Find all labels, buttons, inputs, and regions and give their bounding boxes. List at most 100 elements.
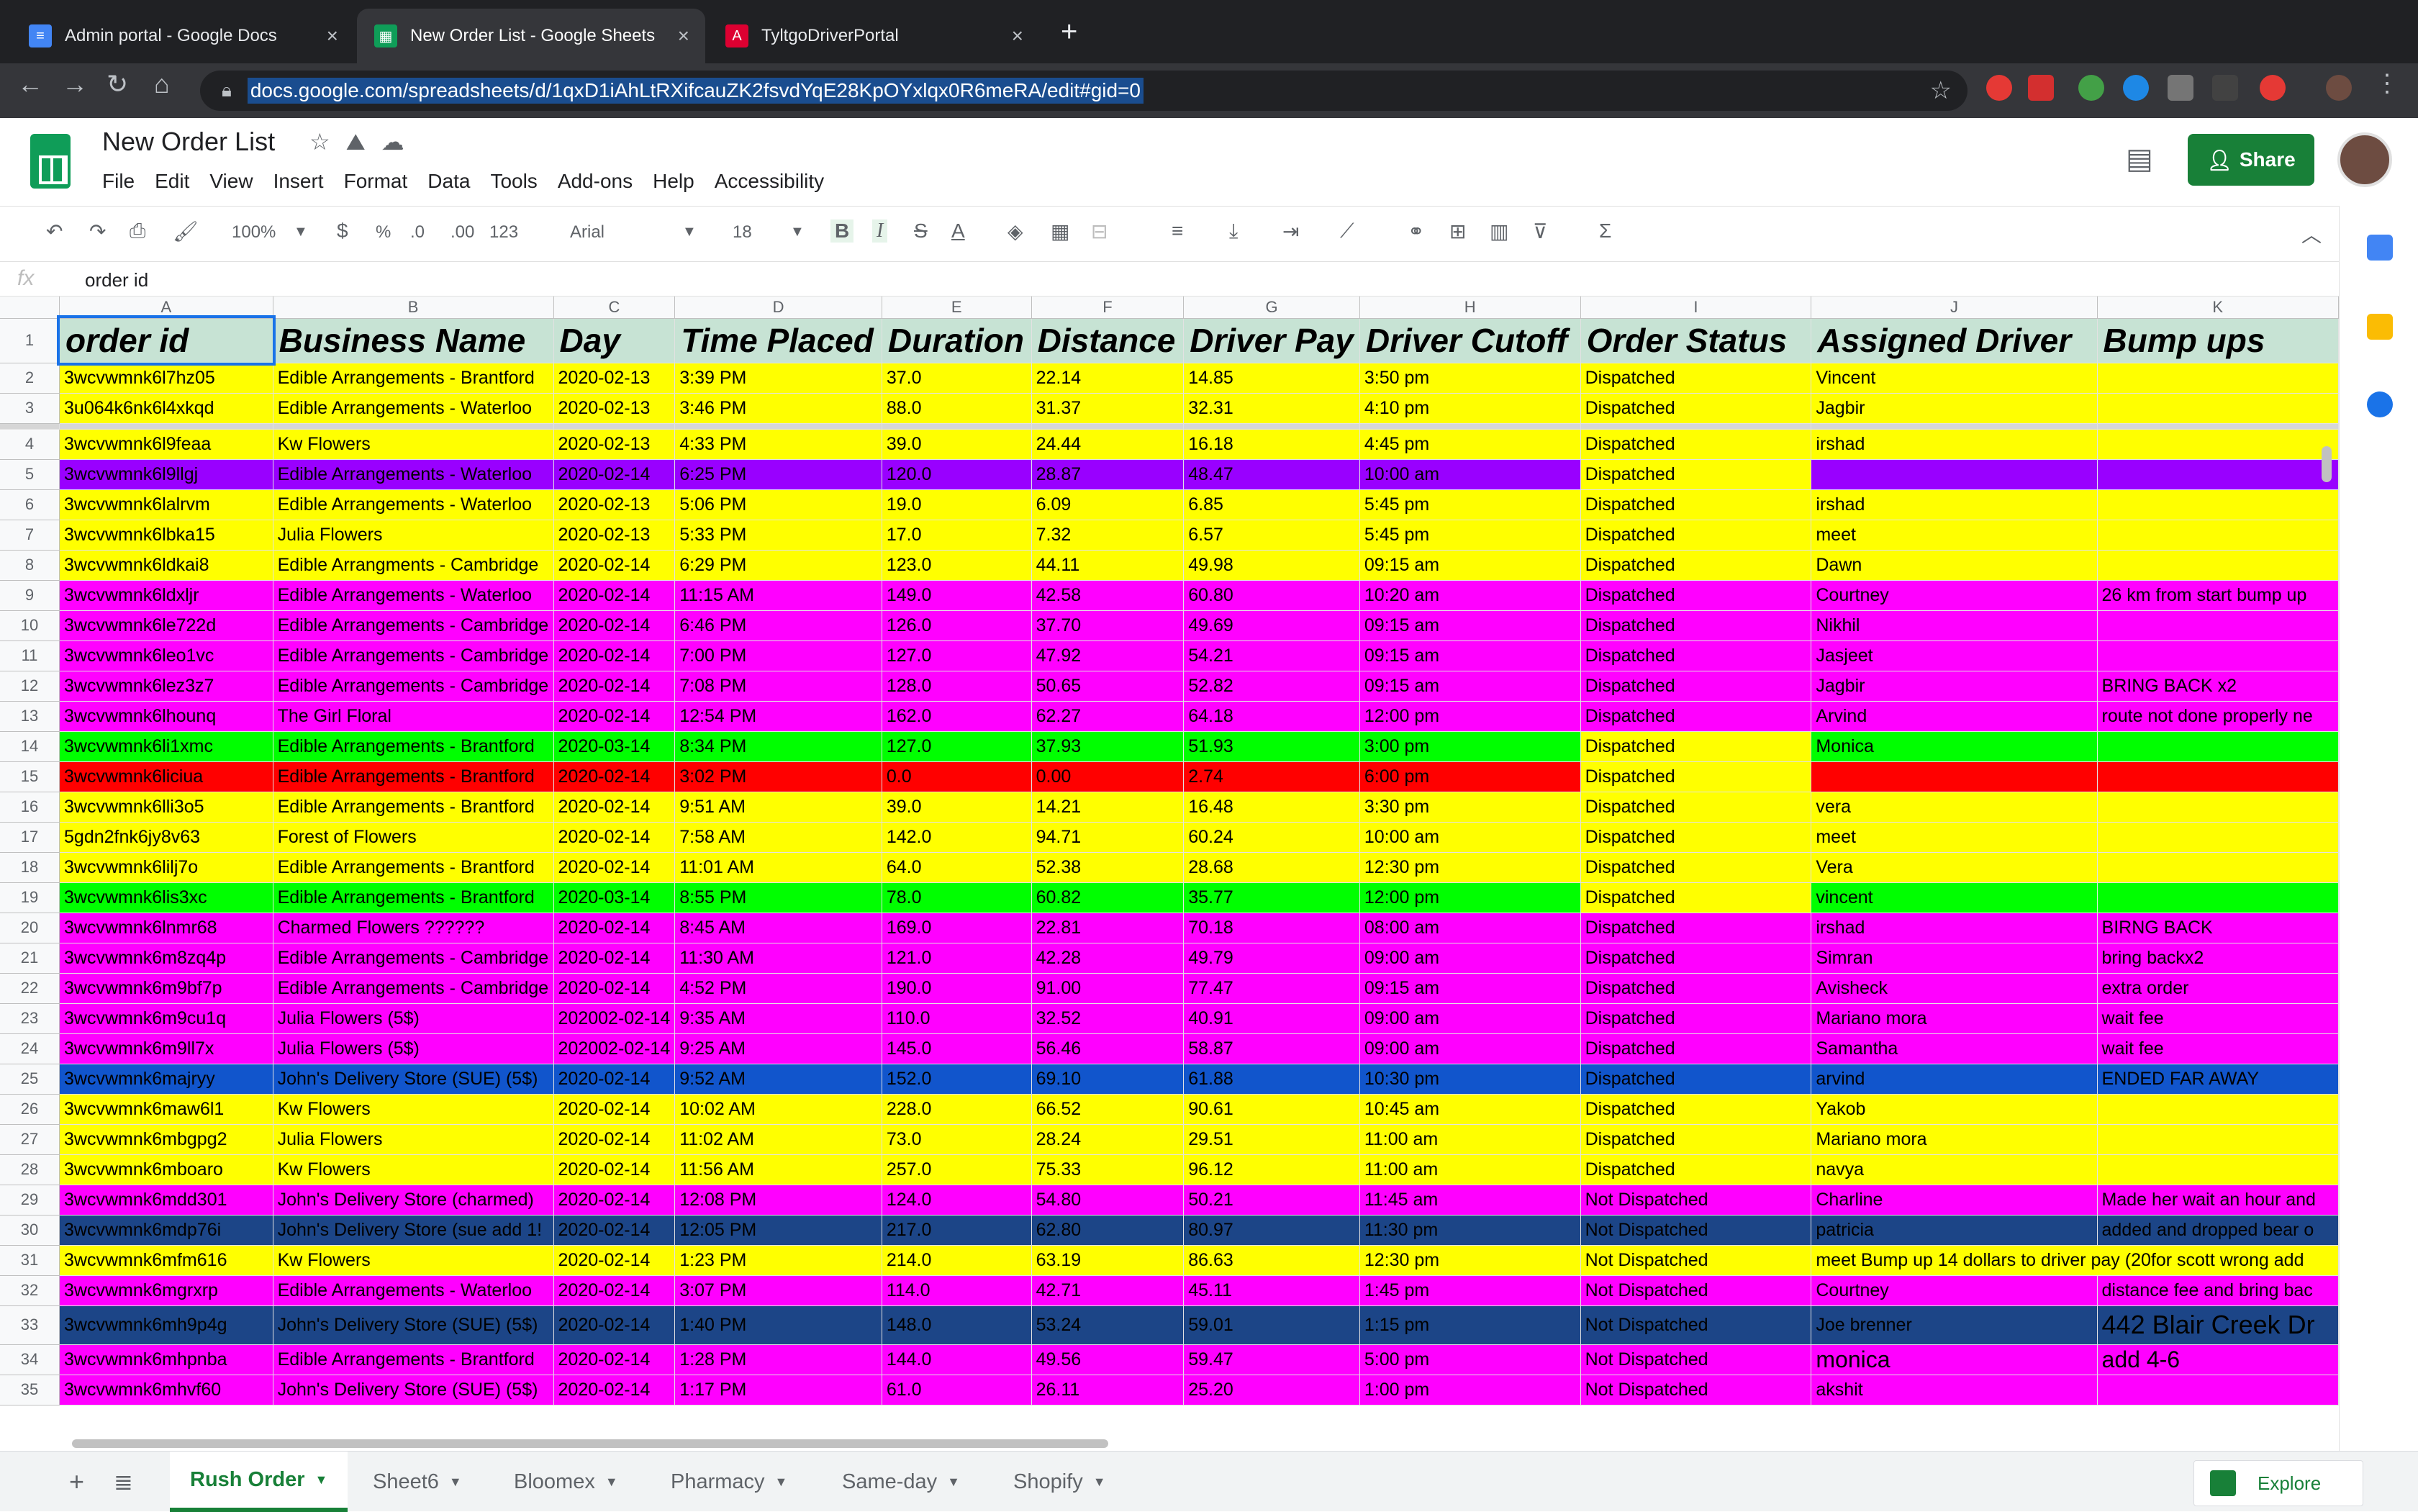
- row-number[interactable]: 26: [0, 1094, 60, 1125]
- cell[interactable]: Arvind: [1811, 701, 2098, 732]
- browser-tab-portal[interactable]: A TyltgoDriverPortal ×: [708, 9, 1039, 63]
- cell[interactable]: Not Dispatched: [1580, 1375, 1812, 1405]
- cell[interactable]: 442 Blair Creek Dr: [2097, 1305, 2339, 1345]
- column-header[interactable]: E: [882, 296, 1032, 319]
- cell[interactable]: 5gdn2fnk6jy8v63: [59, 822, 273, 853]
- cell[interactable]: Edible Arrangements - Waterloo: [273, 580, 554, 611]
- cell[interactable]: 2020-02-14: [553, 943, 676, 974]
- zoom-select[interactable]: 100%: [232, 222, 276, 243]
- url-text[interactable]: docs.google.com/spreadsheets/d/1qxD1iAhL…: [247, 78, 1144, 104]
- cell[interactable]: 09:15 am: [1359, 671, 1581, 702]
- cell[interactable]: 11:45 am: [1359, 1185, 1581, 1216]
- cell[interactable]: 58.87: [1183, 1033, 1360, 1064]
- cell[interactable]: Dispatched: [1580, 393, 1812, 424]
- cell[interactable]: Dispatched: [1580, 761, 1812, 792]
- calendar-icon[interactable]: [2367, 235, 2393, 261]
- chevron-down-icon[interactable]: ▼: [775, 1475, 788, 1490]
- cell[interactable]: Charline: [1811, 1185, 2098, 1216]
- extension-icon[interactable]: [2078, 75, 2104, 101]
- cell[interactable]: 11:00 am: [1359, 1124, 1581, 1155]
- cell[interactable]: 9:51 AM: [674, 792, 882, 823]
- cell[interactable]: 11:30 pm: [1359, 1215, 1581, 1246]
- header-cell[interactable]: Business Name: [273, 318, 554, 363]
- cell[interactable]: 3:46 PM: [674, 393, 882, 424]
- cell[interactable]: 49.56: [1031, 1344, 1185, 1375]
- cell[interactable]: 148.0: [882, 1305, 1032, 1345]
- cell[interactable]: [2097, 1094, 2339, 1125]
- row-number[interactable]: 23: [0, 1003, 60, 1034]
- row-number[interactable]: 34: [0, 1344, 60, 1375]
- cell[interactable]: 09:15 am: [1359, 550, 1581, 581]
- cell[interactable]: 54.80: [1031, 1185, 1185, 1216]
- cell[interactable]: Edible Arrangements - Brantford: [273, 761, 554, 792]
- cell[interactable]: Edible Arrangements - Cambridge: [273, 671, 554, 702]
- cell-table[interactable]: A B C D E F G H I J K 1 order id Business Name Day Time…: [0, 296, 2339, 1405]
- select-all-corner[interactable]: [0, 296, 60, 319]
- cell[interactable]: 3wcvwmnk6li1xmc: [59, 731, 273, 762]
- header-cell[interactable]: Bump ups: [2097, 318, 2339, 363]
- cell[interactable]: 128.0: [882, 671, 1032, 702]
- cell[interactable]: 11:00 am: [1359, 1154, 1581, 1185]
- cell[interactable]: 29.51: [1183, 1124, 1360, 1155]
- cell[interactable]: vincent: [1811, 882, 2098, 913]
- row-number[interactable]: 16: [0, 792, 60, 823]
- adblock-icon[interactable]: [2028, 75, 2054, 101]
- cell[interactable]: 202002-02-14: [553, 1003, 676, 1034]
- cell[interactable]: Dispatched: [1580, 550, 1812, 581]
- cell[interactable]: 64.18: [1183, 701, 1360, 732]
- cell[interactable]: 60.80: [1183, 580, 1360, 611]
- cell[interactable]: Julia Flowers: [273, 1124, 554, 1155]
- add-sheet-icon[interactable]: +: [69, 1452, 84, 1512]
- cell[interactable]: 2020-02-14: [553, 671, 676, 702]
- horizontal-scrollbar[interactable]: [72, 1439, 1108, 1448]
- cell[interactable]: irshad: [1811, 489, 2098, 520]
- cell[interactable]: 45.11: [1183, 1275, 1360, 1306]
- cell[interactable]: 2020-02-14: [553, 852, 676, 883]
- cell[interactable]: 124.0: [882, 1185, 1032, 1216]
- cell[interactable]: 3wcvwmnk6mfm616: [59, 1245, 273, 1276]
- explore-button[interactable]: Explore: [2193, 1460, 2363, 1506]
- cell[interactable]: 91.00: [1031, 973, 1185, 1004]
- cell[interactable]: akshit: [1811, 1375, 2098, 1405]
- cell[interactable]: 3wcvwmnk6lhounq: [59, 701, 273, 732]
- star-icon[interactable]: ☆: [309, 129, 346, 155]
- cell[interactable]: 73.0: [882, 1124, 1032, 1155]
- cell[interactable]: 2020-02-14: [553, 913, 676, 943]
- cell[interactable]: 53.24: [1031, 1305, 1185, 1345]
- cell[interactable]: 126.0: [882, 610, 1032, 641]
- row-number[interactable]: 13: [0, 701, 60, 732]
- cell[interactable]: 2020-03-14: [553, 882, 676, 913]
- cell[interactable]: meet: [1811, 520, 2098, 551]
- insert-comment-icon[interactable]: ⊞: [1449, 219, 1466, 243]
- cell[interactable]: [2097, 640, 2339, 671]
- print-icon[interactable]: ⎙: [130, 219, 145, 243]
- cell[interactable]: John's Delivery Store (charmed): [273, 1185, 554, 1216]
- cell[interactable]: Jagbir: [1811, 393, 2098, 424]
- cell[interactable]: Dispatched: [1580, 1003, 1812, 1034]
- cell[interactable]: Not Dispatched: [1580, 1245, 1812, 1276]
- cell[interactable]: Made her wait an hour and: [2097, 1185, 2339, 1216]
- cell[interactable]: 6:46 PM: [674, 610, 882, 641]
- cell[interactable]: Dawn: [1811, 550, 2098, 581]
- row-number[interactable]: 29: [0, 1185, 60, 1216]
- cell[interactable]: 7.32: [1031, 520, 1185, 551]
- cell[interactable]: 32.31: [1183, 393, 1360, 424]
- cell[interactable]: Dispatched: [1580, 520, 1812, 551]
- chevron-down-icon[interactable]: ▼: [294, 224, 308, 240]
- cell[interactable]: 3wcvwmnk6lnmr68: [59, 913, 273, 943]
- cell[interactable]: John's Delivery Store (SUE) (5$): [273, 1375, 554, 1405]
- fill-color-icon[interactable]: ◈: [1008, 219, 1023, 243]
- cell[interactable]: Dispatched: [1580, 489, 1812, 520]
- cell[interactable]: 2020-02-14: [553, 973, 676, 1004]
- sheet-tab-pharmacy[interactable]: Pharmacy ▼: [671, 1452, 787, 1512]
- cell[interactable]: arvind: [1811, 1064, 2098, 1095]
- cell[interactable]: 31.37: [1031, 393, 1185, 424]
- cell[interactable]: 214.0: [882, 1245, 1032, 1276]
- cell[interactable]: 10:00 am: [1359, 822, 1581, 853]
- cell[interactable]: 2020-02-14: [553, 1375, 676, 1405]
- chevron-down-icon[interactable]: ▼: [790, 224, 805, 240]
- cell[interactable]: 32.52: [1031, 1003, 1185, 1034]
- cell[interactable]: 2020-02-14: [553, 640, 676, 671]
- cell[interactable]: 152.0: [882, 1064, 1032, 1095]
- cell[interactable]: 8:55 PM: [674, 882, 882, 913]
